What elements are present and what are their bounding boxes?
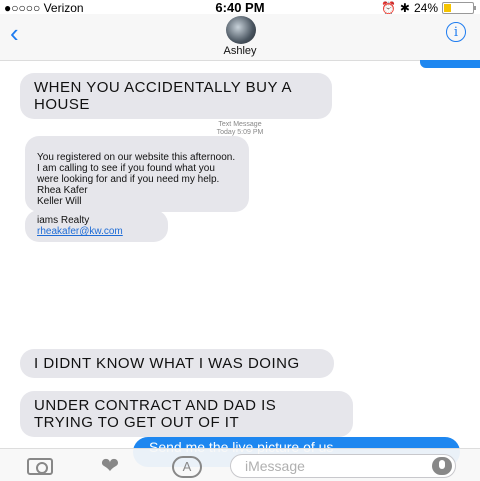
- contact-name[interactable]: Ashley: [0, 45, 480, 57]
- message-text: I DIDNT KNOW WHAT I WAS DOING: [34, 355, 300, 372]
- message-bubble[interactable]: You registered on our website this after…: [25, 136, 249, 212]
- bluetooth-icon: ✱: [399, 1, 410, 15]
- message-composer: ❤ A iMessage: [0, 448, 480, 481]
- info-icon[interactable]: i: [446, 22, 466, 42]
- message-timestamp: Text Message Today 5:09 PM: [0, 121, 480, 137]
- status-right: ⏰ ✱ 24%: [380, 1, 476, 15]
- message-bubble[interactable]: WHEN YOU ACCIDENTALLY BUY A HOUSE: [20, 73, 332, 119]
- battery-percent: 24%: [413, 1, 438, 15]
- message-bubble[interactable]: I DIDNT KNOW WHAT I WAS DOING: [20, 349, 334, 378]
- message-input[interactable]: iMessage: [230, 454, 456, 478]
- chevron-left-icon[interactable]: ‹: [10, 20, 19, 46]
- email-link[interactable]: rheakafer@kw.com: [37, 226, 156, 237]
- message-text: UNDER CONTRACT AND DAD IS TRYING TO GET …: [34, 397, 277, 431]
- heart-digital-touch-icon[interactable]: ❤: [92, 455, 128, 477]
- message-text: iams Realty: [37, 215, 90, 226]
- camera-icon[interactable]: [27, 458, 53, 475]
- microphone-icon[interactable]: [432, 457, 452, 475]
- message-input-placeholder: iMessage: [245, 458, 305, 474]
- message-bubble[interactable]: UNDER CONTRACT AND DAD IS TRYING TO GET …: [20, 391, 353, 437]
- message-type-label: Text Message: [218, 121, 262, 128]
- message-text: WHEN YOU ACCIDENTALLY BUY A HOUSE: [34, 79, 292, 113]
- app-store-icon[interactable]: A: [172, 456, 202, 478]
- conversation-header: ‹ Ashley i: [0, 14, 480, 61]
- avatar[interactable]: [226, 16, 256, 44]
- message-bubble[interactable]: iams Realty rheakafer@kw.com: [25, 210, 168, 242]
- message-text: You registered on our website this after…: [37, 152, 236, 207]
- battery-icon: [442, 2, 476, 14]
- sent-bubble-fragment: [420, 60, 480, 68]
- alarm-icon: ⏰: [380, 1, 396, 15]
